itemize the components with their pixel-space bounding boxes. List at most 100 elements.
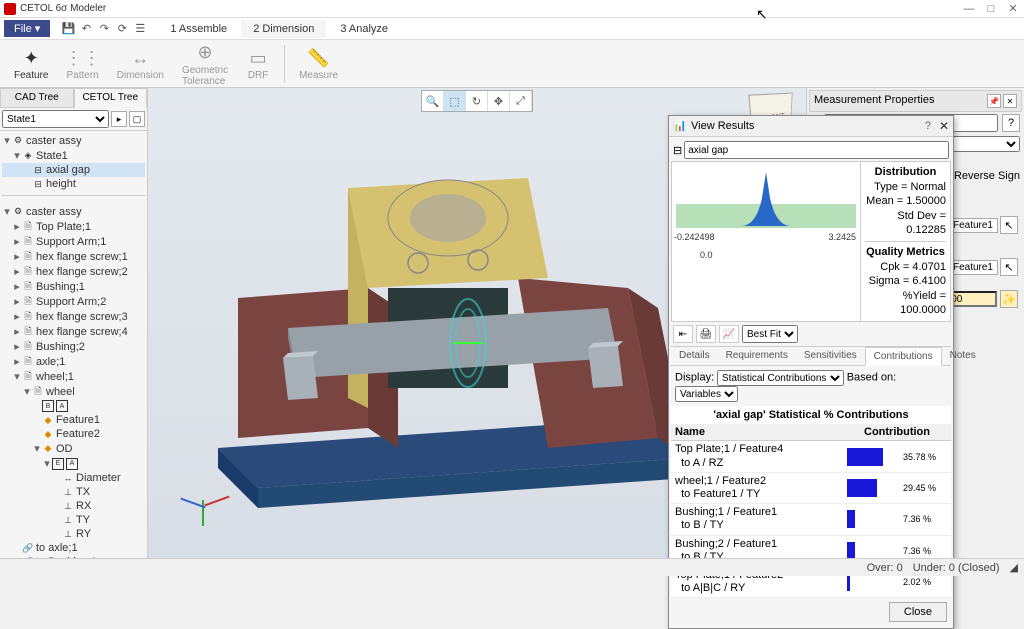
- pattern-icon: ⋮⋮: [71, 46, 95, 70]
- feature1-button[interactable]: Feature1: [948, 218, 998, 233]
- row-name: Top Plate;1 / Feature4 to A / RZ: [675, 443, 847, 469]
- close-button[interactable]: Close: [889, 602, 947, 622]
- tree-root-2[interactable]: ▾⚙caster assy: [2, 204, 145, 219]
- tab-sensitivities[interactable]: Sensitivities: [796, 347, 865, 365]
- drf-icon: ▭: [246, 46, 270, 70]
- tree-prop[interactable]: ⊥TY: [2, 513, 145, 527]
- tree-prop[interactable]: ⊥RY: [2, 527, 145, 541]
- tree-item[interactable]: ▸🗎Top Plate;1: [2, 219, 145, 234]
- tree-item[interactable]: ▸🗎Bushing;2: [2, 339, 145, 354]
- row-name: Bushing;1 / Feature1 to B / TY: [675, 506, 847, 532]
- tree-wheel-sub[interactable]: ▾🗎wheel: [2, 384, 145, 399]
- feature1-button-2[interactable]: Feature1: [948, 260, 998, 275]
- select-icon[interactable]: ⬚: [444, 91, 466, 111]
- tree-prop[interactable]: ⊥RX: [2, 499, 145, 513]
- state-dropdown[interactable]: State1: [2, 110, 109, 128]
- display-dropdown[interactable]: Statistical Contributions: [717, 370, 844, 386]
- state-btn-1[interactable]: ▸: [111, 111, 127, 127]
- table-row[interactable]: Bushing;1 / Feature1 to B / TY7.36 %: [671, 504, 951, 535]
- feature-button[interactable]: ✦ Feature: [6, 44, 56, 83]
- save-icon[interactable]: 💾: [60, 21, 76, 37]
- geometric-tolerance-button[interactable]: ⊕ Geometric Tolerance: [174, 39, 236, 89]
- measure-button[interactable]: 📏 Measure: [291, 44, 346, 83]
- tab-analyze[interactable]: 3 Analyze: [328, 20, 400, 38]
- arrow-button[interactable]: ↖: [1000, 258, 1018, 276]
- tree-item[interactable]: ▸🗎hex flange screw;1: [2, 249, 145, 264]
- row-bar: [847, 508, 903, 530]
- dialog-tabs: Details Requirements Sensitivities Contr…: [671, 347, 951, 366]
- tab-requirements[interactable]: Requirements: [718, 347, 796, 365]
- state-bar: State1 ▸ ▢: [0, 108, 147, 131]
- tree-item[interactable]: ▸🗎axle;1: [2, 354, 145, 369]
- tab-cad-tree[interactable]: CAD Tree: [0, 88, 74, 108]
- tree-height[interactable]: ⊟height: [2, 177, 145, 191]
- help-button[interactable]: ?: [1002, 114, 1020, 132]
- dialog-help[interactable]: ?: [925, 120, 931, 132]
- tree-axial-gap[interactable]: ⊟axial gap: [2, 163, 145, 177]
- titlebar: CETOL 6σ Modeler — □ ✕: [0, 0, 1024, 18]
- dialog-titlebar[interactable]: 📊 View Results ? ✕: [669, 116, 953, 137]
- fit-dropdown[interactable]: Best Fit: [742, 325, 798, 343]
- maximize-button[interactable]: □: [984, 2, 998, 16]
- tree-item[interactable]: ▸🗎Support Arm;2: [2, 294, 145, 309]
- pin-icon[interactable]: 📌: [987, 94, 1001, 108]
- undo-icon[interactable]: ↶: [78, 21, 94, 37]
- close-window-button[interactable]: ✕: [1006, 2, 1020, 16]
- status-grip-icon: ◢: [1010, 561, 1018, 574]
- tab-assemble[interactable]: 1 Assemble: [158, 20, 239, 38]
- based-on-dropdown[interactable]: Variables: [675, 386, 738, 402]
- tree-feature1[interactable]: ◆Feature1: [2, 413, 145, 427]
- tree-feature2[interactable]: ◆Feature2: [2, 427, 145, 441]
- tree-ea[interactable]: ▾EA: [2, 456, 145, 471]
- tree-wheel[interactable]: ▾🗎wheel;1: [2, 369, 145, 384]
- list-icon[interactable]: ☰: [132, 21, 148, 37]
- tree-prop[interactable]: ⊥TX: [2, 485, 145, 499]
- pan-icon[interactable]: ✥: [488, 91, 510, 111]
- tab-dimension[interactable]: 2 Dimension: [241, 20, 326, 38]
- dimension-icon: ↔: [128, 46, 152, 70]
- zoom-icon[interactable]: 🔍: [422, 91, 444, 111]
- tab-contributions[interactable]: Contributions: [865, 347, 942, 366]
- tree-datum[interactable]: BA: [2, 399, 145, 413]
- nav-first-icon[interactable]: ⇤: [673, 325, 693, 343]
- tab-notes[interactable]: Notes: [942, 347, 984, 365]
- fit-icon[interactable]: ⤢: [510, 91, 532, 111]
- ribbon-panel: ✦ Feature ⋮⋮ Pattern ↔ Dimension ⊕ Geome…: [0, 40, 1024, 88]
- tree-item[interactable]: ▸🗎Bushing;1: [2, 279, 145, 294]
- table-row[interactable]: wheel;1 / Feature2 to Feature1 / TY29.45…: [671, 473, 951, 504]
- tree-root[interactable]: ▾⚙caster assy: [2, 133, 145, 148]
- redo-icon[interactable]: ↷: [96, 21, 112, 37]
- row-value: 7.36 %: [903, 546, 947, 556]
- tree-state[interactable]: ▾◈State1: [2, 148, 145, 163]
- state-btn-2[interactable]: ▢: [129, 111, 145, 127]
- tree-item[interactable]: ▸🗎hex flange screw;2: [2, 264, 145, 279]
- tree-item[interactable]: ▸🗎hex flange screw;4: [2, 324, 145, 339]
- minimize-button[interactable]: —: [962, 2, 976, 16]
- tick-right: 3.2425: [828, 232, 856, 242]
- tree-prop[interactable]: ↔Diameter: [2, 471, 145, 485]
- print-icon[interactable]: 🖨: [696, 325, 716, 343]
- tree-item[interactable]: ▸🗎Support Arm;1: [2, 234, 145, 249]
- table-row[interactable]: Top Plate;1 / Feature4 to A / RZ35.78 %: [671, 441, 951, 472]
- tree-item[interactable]: ▸🗎hex flange screw;3: [2, 309, 145, 324]
- drf-button[interactable]: ▭ DRF: [238, 44, 278, 83]
- tree-od[interactable]: ▾◆OD: [2, 441, 145, 456]
- dialog-name-input[interactable]: [684, 141, 949, 159]
- tree-ref[interactable]: 🔗to axle;1: [2, 541, 145, 555]
- chart-icon[interactable]: 📈: [719, 325, 739, 343]
- row-value: 29.45 %: [903, 483, 947, 493]
- file-menu[interactable]: File ▾: [4, 20, 50, 37]
- tab-details[interactable]: Details: [671, 347, 718, 365]
- wand-button[interactable]: ✨: [1000, 290, 1018, 308]
- tab-cetol-tree[interactable]: CETOL Tree: [74, 88, 148, 108]
- refresh-icon[interactable]: ⟳: [114, 21, 130, 37]
- row-bar: [847, 477, 903, 499]
- tick-left: -0.242498: [674, 232, 715, 242]
- close-panel-icon[interactable]: ✕: [1003, 94, 1017, 108]
- axis-triad: [178, 478, 228, 528]
- pattern-button[interactable]: ⋮⋮ Pattern: [58, 44, 106, 83]
- dimension-button[interactable]: ↔ Dimension: [109, 44, 172, 83]
- rotate-icon[interactable]: ↻: [466, 91, 488, 111]
- arrow-button[interactable]: ↖: [1000, 216, 1018, 234]
- dialog-close-icon[interactable]: ✕: [939, 119, 949, 133]
